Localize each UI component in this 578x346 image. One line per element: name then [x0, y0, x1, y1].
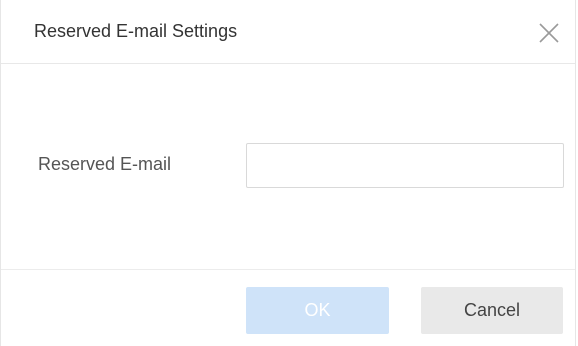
- cancel-button[interactable]: Cancel: [421, 287, 563, 334]
- reserved-email-dialog: Reserved E-mail Settings Reserved E-mail…: [0, 0, 576, 346]
- dialog-footer: OK Cancel: [1, 269, 575, 346]
- reserved-email-input[interactable]: [246, 143, 564, 188]
- close-button[interactable]: [533, 17, 565, 49]
- dialog-header: Reserved E-mail Settings: [1, 0, 575, 64]
- reserved-email-label: Reserved E-mail: [38, 154, 172, 174]
- dialog-title: Reserved E-mail Settings: [34, 21, 238, 41]
- ok-button[interactable]: OK: [246, 287, 389, 334]
- close-icon: [539, 23, 559, 43]
- dialog-body: Reserved E-mail: [1, 64, 575, 269]
